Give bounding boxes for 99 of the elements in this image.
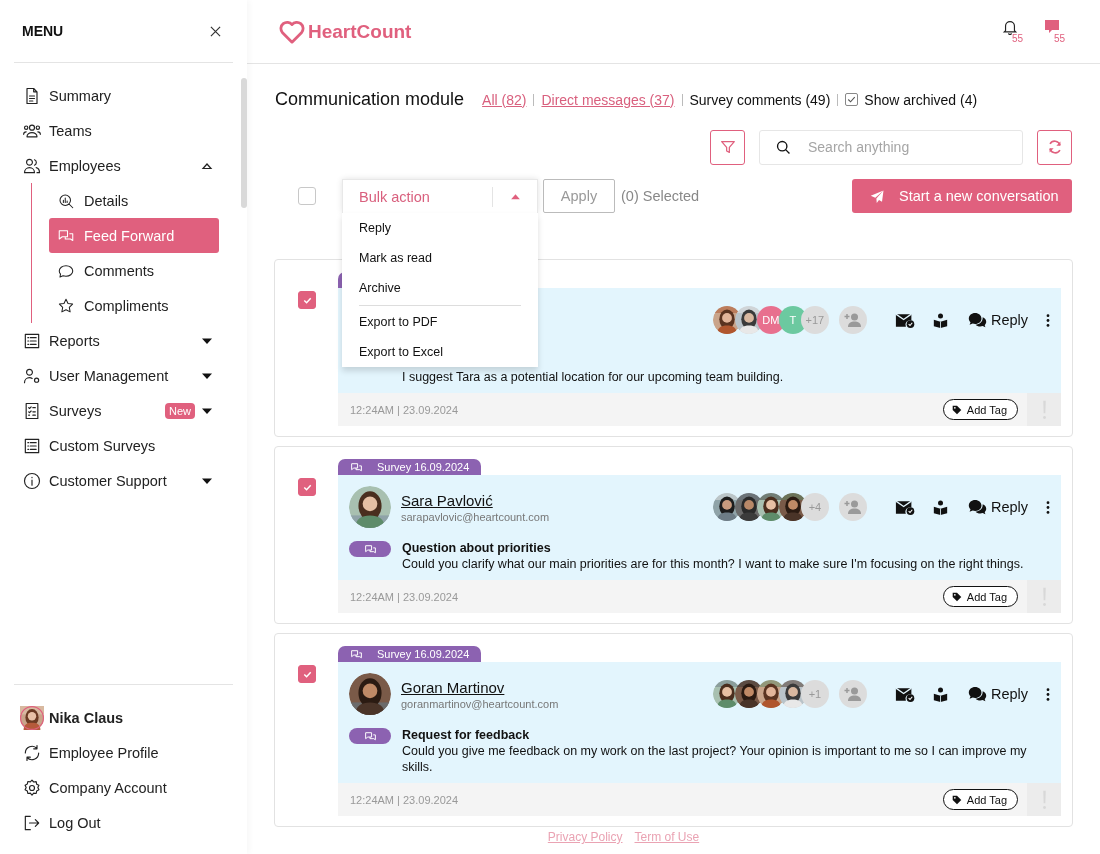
chat-bubbles-icon <box>363 542 377 556</box>
tag-icon <box>951 794 962 805</box>
nav-item[interactable]: Teams <box>0 113 233 148</box>
caret-down-icon[interactable] <box>201 336 213 345</box>
account-menu-item[interactable]: Log Out <box>14 805 233 840</box>
selected-count: (0) Selected <box>621 188 700 204</box>
menu-item[interactable]: Reply <box>342 213 538 243</box>
chat-bubbles-icon <box>350 647 363 661</box>
author-email: sarapavlovic@heartcount.com <box>401 510 550 523</box>
bell-icon[interactable] <box>1002 18 1018 35</box>
chat-bubbles-icon <box>967 312 987 328</box>
tag-icon <box>951 591 962 602</box>
nav-item[interactable]: Compliments <box>49 288 219 323</box>
checkbox[interactable] <box>298 478 316 496</box>
magnifier-chart-icon <box>57 191 75 210</box>
author-name[interactable]: Sara Pavlović <box>401 491 550 509</box>
message-text: Could you give me feedback on my work on the last project? Your opinion is important to me so I can improve my skills. <box>402 743 1028 775</box>
caret-down-icon[interactable] <box>201 406 213 415</box>
more-options-icon[interactable] <box>1046 313 1050 327</box>
message-count: 55 <box>1054 32 1066 44</box>
add-tag-button[interactable]: Add Tag <box>942 399 1018 420</box>
filter-tab[interactable]: Direct messages (37) <box>541 91 675 108</box>
menu-item[interactable]: Export to PDF <box>342 307 538 337</box>
paper-plane-icon <box>870 188 885 204</box>
nav-item[interactable]: Customer Support <box>0 463 233 498</box>
add-tag-button[interactable]: Add Tag <box>942 586 1018 607</box>
info-icon <box>22 470 42 491</box>
menu-item[interactable]: Archive <box>342 273 538 303</box>
reader-icon[interactable] <box>932 686 948 702</box>
star-icon <box>57 296 75 315</box>
caret-up-icon[interactable] <box>201 161 213 170</box>
message-title: Question about priorities <box>402 541 551 555</box>
nav-item[interactable]: Custom Surveys <box>0 428 233 463</box>
chat-bubbles-icon <box>967 499 987 515</box>
add-tag-button[interactable]: Add Tag <box>942 789 1018 810</box>
survey-tag-label: Survey 16.09.2024 <box>377 461 470 473</box>
nav-item[interactable]: Details <box>49 183 219 218</box>
user-profile-item[interactable]: Nika Claus <box>14 700 233 735</box>
chat-bubbles-icon <box>363 729 377 743</box>
refresh-button[interactable] <box>1037 129 1072 165</box>
select-all-checkbox[interactable] <box>298 187 316 205</box>
menu-item[interactable]: Mark as read <box>342 243 538 273</box>
reader-icon[interactable] <box>932 499 948 515</box>
chat-bubbles-icon <box>967 686 987 702</box>
show-archived-label: Show archived (4) <box>864 91 978 108</box>
envelope-check-icon[interactable] <box>894 498 915 516</box>
more-options-icon[interactable] <box>1046 687 1050 701</box>
logo-text: HeartCount <box>308 20 412 43</box>
account-menu-item[interactable]: Employee Profile <box>14 735 233 770</box>
filter-tab[interactable]: All (82) <box>482 91 527 108</box>
reply-button[interactable]: Reply <box>967 686 1028 702</box>
heart-logo-icon <box>279 19 305 44</box>
message-text: I suggest Tara as a potential location for our upcoming team building. <box>402 369 784 385</box>
nav-item[interactable]: Surveys New <box>0 393 233 428</box>
author-name[interactable]: Goran Martinov <box>401 678 559 696</box>
message-title: Request for feedback <box>402 728 530 742</box>
close-icon[interactable] <box>210 25 221 37</box>
filter-tab[interactable]: Survey comments (49) <box>689 91 831 108</box>
reply-button[interactable]: Reply <box>967 312 1028 328</box>
checkbox[interactable] <box>298 665 316 683</box>
new-badge: New <box>165 402 195 419</box>
envelope-check-icon[interactable] <box>894 311 915 329</box>
checkbox[interactable] <box>298 291 316 309</box>
envelope-check-icon[interactable] <box>894 685 915 703</box>
account-menu-item[interactable]: Company Account <box>14 770 233 805</box>
timestamp: 12:24AM | 23.09.2024 <box>350 793 459 806</box>
reader-icon[interactable] <box>932 312 948 328</box>
nav-item[interactable]: User Management <box>0 358 233 393</box>
nav-item[interactable]: Reports <box>0 323 233 358</box>
nav-item[interactable]: Comments <box>49 253 219 288</box>
checkmark-icon <box>846 94 858 105</box>
reply-button[interactable]: Reply <box>967 499 1028 515</box>
scrollbar-thumb[interactable] <box>241 78 247 208</box>
author-email: goranmartinov@heartcount.com <box>401 697 559 710</box>
caret-down-icon[interactable] <box>201 476 213 485</box>
timestamp: 12:24AM | 23.09.2024 <box>350 590 459 603</box>
filter-button[interactable] <box>710 129 745 165</box>
search-field[interactable]: Search anything <box>759 129 1023 165</box>
nav-item[interactable]: Employees <box>0 148 233 183</box>
caret-down-icon[interactable] <box>201 371 213 380</box>
checkbox[interactable] <box>845 93 859 106</box>
more-options-icon[interactable] <box>1046 500 1050 514</box>
chat-bubbles-icon <box>350 460 363 474</box>
bulk-action-dropdown[interactable]: Bulk action <box>342 179 538 213</box>
menu-title: MENU <box>22 23 64 39</box>
nav-item[interactable]: Summary <box>0 78 233 113</box>
timestamp: 12:24AM | 23.09.2024 <box>350 403 459 416</box>
filter-icon <box>718 138 737 156</box>
survey-tag-label: Survey 16.09.2024 <box>377 648 470 660</box>
tag-icon <box>951 404 962 415</box>
refresh-icon <box>22 742 42 763</box>
caret-icon <box>509 193 521 200</box>
notification-count: 55 <box>1012 32 1024 44</box>
message-text: Could you clarify what our main priorities are for this month? I want to make sure I'm focusing on the right things. <box>402 556 1024 572</box>
search-icon <box>775 138 792 156</box>
page-title: Communication module <box>275 89 465 110</box>
chat-icon[interactable] <box>1044 18 1060 35</box>
gear-icon <box>22 777 42 798</box>
menu-item[interactable]: Export to Excel <box>342 337 538 367</box>
